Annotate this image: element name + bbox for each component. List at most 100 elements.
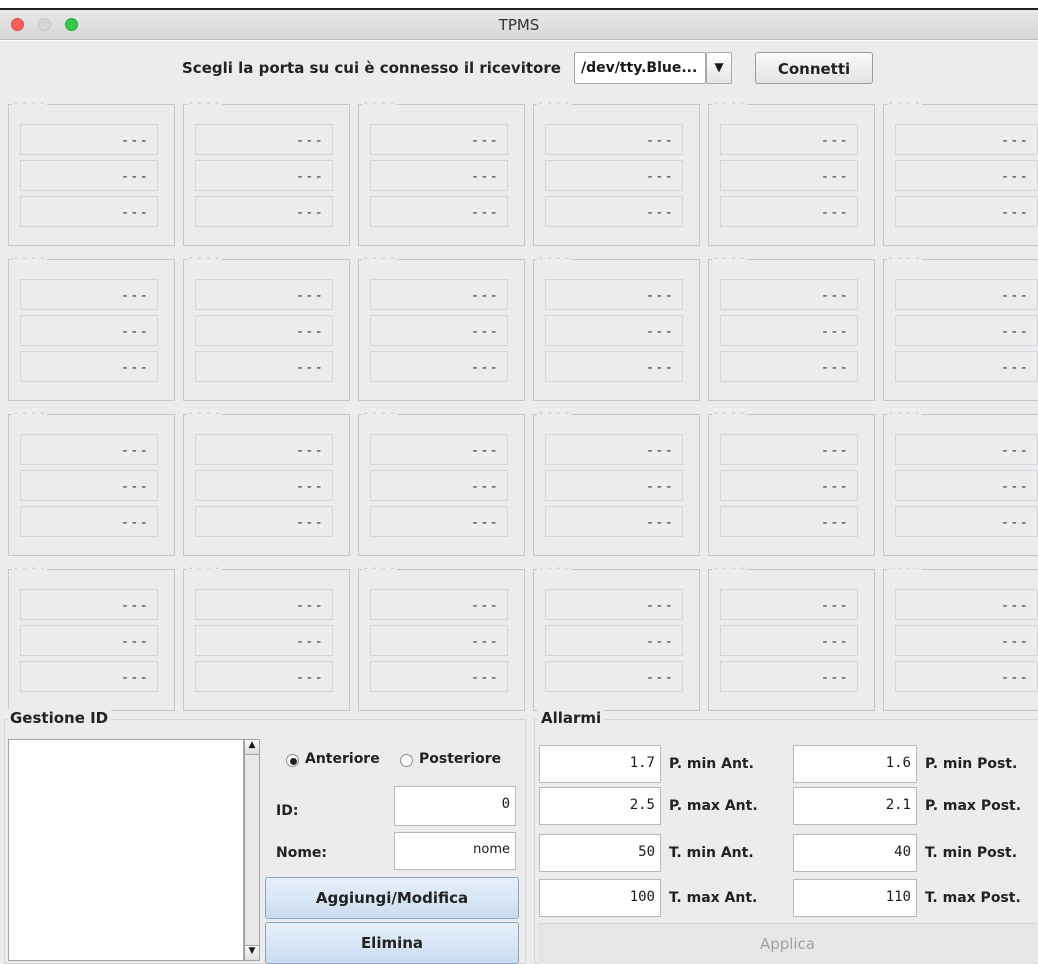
scroll-up-arrow-icon[interactable]: ▲ xyxy=(244,739,260,755)
id-list-scrollbar[interactable] xyxy=(244,739,260,961)
tyre-value-field: --- xyxy=(720,589,858,620)
t-max-rear-input[interactable]: 110 xyxy=(793,879,917,917)
scroll-down-arrow-icon[interactable]: ▼ xyxy=(244,945,260,961)
tyre-value-field: --- xyxy=(370,124,508,155)
tyre-value-field: --- xyxy=(895,315,1038,346)
tyre-value-field: --- xyxy=(720,315,858,346)
tyre-value-field: --- xyxy=(895,196,1038,227)
tyre-value-field: --- xyxy=(720,279,858,310)
tyre-panel-title: - - - - xyxy=(12,563,47,574)
tyre-value-field: --- xyxy=(895,470,1038,501)
tyre-panel-title: - - - - xyxy=(362,563,397,574)
tyre-value-field: --- xyxy=(545,661,683,692)
tyre-value-field: --- xyxy=(545,351,683,382)
tyre-panel-title: - - - - xyxy=(537,253,572,264)
tyre-value-field: --- xyxy=(545,315,683,346)
tyre-value-field: --- xyxy=(370,196,508,227)
t-min-front-label: T. min Ant. xyxy=(669,845,754,861)
alarms-title: Allarmi xyxy=(538,709,605,727)
p-max-rear-label: P. max Post. xyxy=(925,798,1022,814)
tyre-panel-title: - - - - xyxy=(887,563,922,574)
tyre-panel-title: - - - - xyxy=(362,408,397,419)
tyre-value-field: --- xyxy=(20,124,158,155)
tyre-value-field: --- xyxy=(195,351,333,382)
tyre-value-field: --- xyxy=(195,160,333,191)
tyre-panel-title: - - - - xyxy=(712,98,747,109)
tyre-value-field: --- xyxy=(545,506,683,537)
delete-button[interactable]: Elimina xyxy=(265,922,519,964)
tyre-value-field: --- xyxy=(545,279,683,310)
port-select[interactable]: /dev/tty.Blue... xyxy=(574,52,706,84)
port-label: Scegli la porta su cui è connesso il ric… xyxy=(182,59,561,77)
name-label: Nome: xyxy=(276,845,328,861)
tyre-panel-title: - - - - xyxy=(887,98,922,109)
tyre-value-field: --- xyxy=(720,661,858,692)
tyre-value-field: --- xyxy=(720,124,858,155)
id-input[interactable]: 0 xyxy=(394,786,516,826)
window-top-edge xyxy=(0,0,1038,10)
tyre-value-field: --- xyxy=(895,279,1038,310)
t-min-rear-input[interactable]: 40 xyxy=(793,834,917,872)
tyre-value-field: --- xyxy=(895,625,1038,656)
tyre-panel-title: - - - - xyxy=(12,253,47,264)
tyre-value-field: --- xyxy=(370,160,508,191)
tyre-value-field: --- xyxy=(20,625,158,656)
tyre-panel-title: - - - - xyxy=(362,253,397,264)
window-title: TPMS xyxy=(498,16,540,34)
tyre-value-field: --- xyxy=(195,315,333,346)
p-max-front-input[interactable]: 2.5 xyxy=(539,787,661,825)
tyre-value-field: --- xyxy=(195,506,333,537)
port-dropdown-arrow[interactable]: ▼ xyxy=(706,52,732,84)
tyre-value-field: --- xyxy=(370,279,508,310)
tyre-value-field: --- xyxy=(895,160,1038,191)
tyre-value-field: --- xyxy=(20,351,158,382)
name-input[interactable]: nome xyxy=(394,832,516,870)
tyre-value-field: --- xyxy=(370,315,508,346)
tyre-value-field: --- xyxy=(370,470,508,501)
add-modify-button[interactable]: Aggiungi/Modifica xyxy=(265,877,519,919)
t-min-front-input[interactable]: 50 xyxy=(539,834,661,872)
tyre-panel-title: - - - - xyxy=(187,563,222,574)
t-max-rear-label: T. max Post. xyxy=(925,890,1021,906)
front-radio[interactable] xyxy=(286,754,299,767)
tyre-value-field: --- xyxy=(195,589,333,620)
title-bar[interactable]: TPMS xyxy=(0,10,1038,40)
apply-button[interactable]: Applica xyxy=(537,923,1038,964)
p-min-front-label: P. min Ant. xyxy=(669,756,754,772)
front-radio-label[interactable]: Anteriore xyxy=(305,751,380,767)
tyre-panel-title: - - - - xyxy=(712,408,747,419)
tyre-value-field: --- xyxy=(895,589,1038,620)
tyre-value-field: --- xyxy=(545,124,683,155)
connect-button[interactable]: Connetti xyxy=(755,52,873,84)
tyre-value-field: --- xyxy=(895,434,1038,465)
rear-radio-label[interactable]: Posteriore xyxy=(419,751,501,767)
tyre-panel-title: - - - - xyxy=(187,408,222,419)
tyre-value-field: --- xyxy=(195,434,333,465)
p-min-rear-label: P. min Post. xyxy=(925,756,1018,772)
tyre-panel-title: - - - - xyxy=(187,98,222,109)
id-management-title: Gestione ID xyxy=(7,709,112,727)
t-max-front-label: T. max Ant. xyxy=(669,890,758,906)
p-max-rear-input[interactable]: 2.1 xyxy=(793,787,917,825)
tyre-panel-title: - - - - xyxy=(12,98,47,109)
rear-radio[interactable] xyxy=(400,754,413,767)
tyre-value-field: --- xyxy=(720,625,858,656)
tyre-value-field: --- xyxy=(195,124,333,155)
tyre-panel-title: - - - - xyxy=(537,98,572,109)
tyre-value-field: --- xyxy=(720,470,858,501)
tyre-panel-title: - - - - xyxy=(187,253,222,264)
tyre-value-field: --- xyxy=(545,434,683,465)
tyre-value-field: --- xyxy=(720,434,858,465)
tyre-panel-title: - - - - xyxy=(12,408,47,419)
p-min-rear-input[interactable]: 1.6 xyxy=(793,745,917,783)
tyre-value-field: --- xyxy=(895,124,1038,155)
id-list[interactable] xyxy=(8,739,244,961)
tyre-value-field: --- xyxy=(895,661,1038,692)
tyre-value-field: --- xyxy=(720,351,858,382)
tyre-panel-title: - - - - xyxy=(537,408,572,419)
tyre-value-field: --- xyxy=(545,160,683,191)
t-max-front-input[interactable]: 100 xyxy=(539,879,661,917)
p-min-front-input[interactable]: 1.7 xyxy=(539,745,661,783)
tyre-value-field: --- xyxy=(895,506,1038,537)
tyre-value-field: --- xyxy=(370,661,508,692)
